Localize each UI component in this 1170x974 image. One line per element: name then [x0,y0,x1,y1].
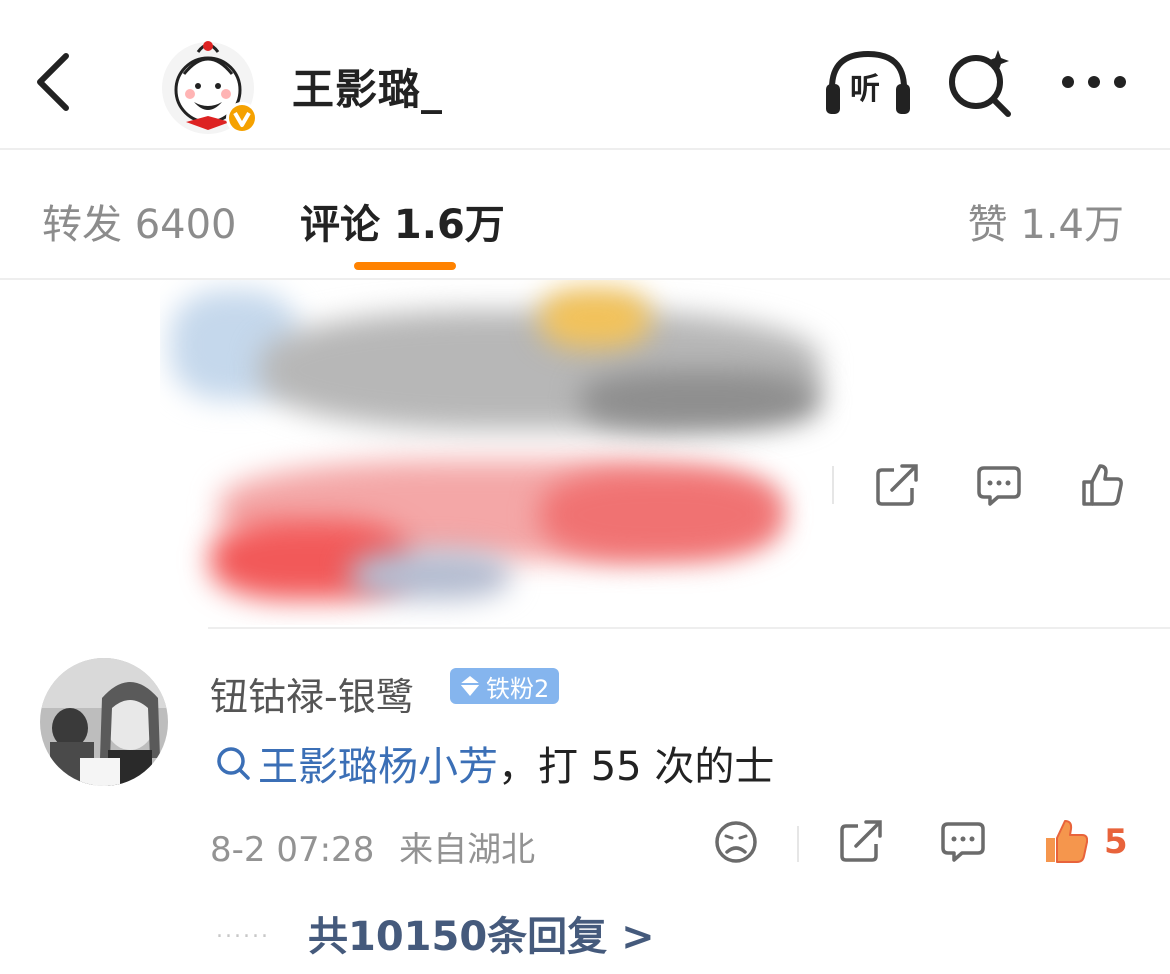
comment-body: 王影璐杨小芳 ，打 55 次的士 [214,734,774,792]
topic-link-text: 王影璐杨小芳 [258,744,498,790]
reply-button[interactable] [976,462,1022,512]
share-button[interactable] [874,462,920,512]
comment-location: 来自湖北 [399,830,536,870]
ai-search-icon [949,50,1011,117]
share-icon [840,820,882,862]
comment-time: 8-2 07:28 [210,830,375,870]
topic-search-link[interactable]: 王影璐杨小芳 [214,734,498,792]
diamond-icon [460,676,480,696]
listen-button[interactable]: 听 [824,48,912,118]
active-tab-indicator [354,262,456,270]
thumbs-up-icon [1082,464,1123,506]
meta-divider [797,826,799,862]
tab-comments[interactable]: 评论 1.6万 [300,192,505,250]
commenter-avatar[interactable] [40,658,168,786]
tab-repost[interactable]: 转发 6400 [42,192,237,250]
back-button[interactable] [30,50,80,114]
comment-reply-button[interactable] [940,818,988,866]
dislike-button[interactable] [712,818,760,866]
redacted-comment-blur [160,280,880,625]
thumbs-up-filled-icon [1046,820,1089,863]
commenter-name[interactable]: 钮钴禄-银鹭 [210,666,414,721]
search-button[interactable] [944,46,1016,118]
page-title-username[interactable]: 王影璐_ [292,56,443,117]
view-replies-link[interactable]: 共10150条回复 > [308,904,655,962]
comment-bubble-icon [977,466,1021,506]
like-button[interactable] [1080,462,1124,512]
verified-badge-icon [229,105,255,131]
share-icon [876,464,918,506]
replies-dots: ...... [216,918,270,943]
more-button[interactable] [1058,66,1130,98]
action-divider [832,466,834,504]
fan-level-label: 铁粉2 [486,674,550,703]
comment-text: ，打 55 次的士 [498,744,775,790]
comment-like-button[interactable] [1044,818,1092,866]
search-icon [217,747,250,780]
comment-share-button[interactable] [838,818,886,866]
comment-meta: 8-2 07:28 来自湖北 [210,822,535,871]
comment-bubble-icon [941,822,985,862]
post-tabs: 转发 6400 评论 1.6万 赞 1.4万 [0,150,1170,280]
fan-level-badge[interactable]: 铁粉2 [450,668,560,704]
listen-label: 听 [850,72,880,107]
comment-separator [208,627,1170,629]
like-count: 5 [1104,822,1128,862]
back-arrow-icon [37,53,69,111]
more-dots-icon [1062,76,1126,88]
frown-face-icon [715,821,757,863]
tab-likes[interactable]: 赞 1.4万 [968,192,1124,250]
profile-avatar[interactable] [158,34,262,138]
top-navigation-bar: 王影璐_ 听 [0,0,1170,150]
